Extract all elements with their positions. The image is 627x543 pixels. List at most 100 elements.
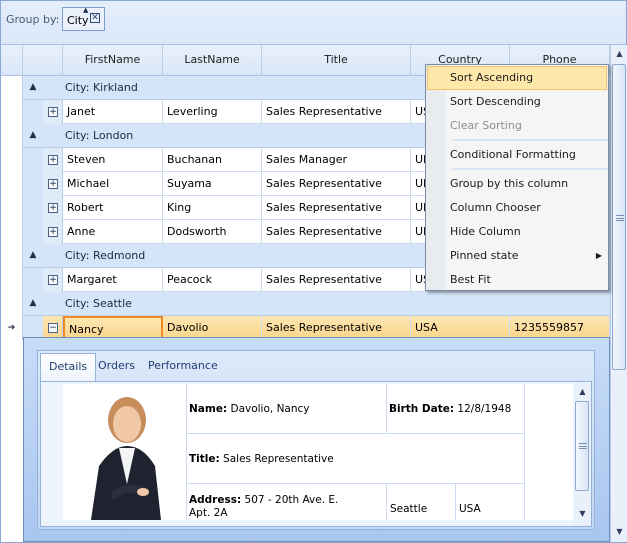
cell-title[interactable]: Sales Representative (262, 268, 411, 292)
group-indent (23, 172, 43, 196)
column-context-menu: Sort Ascending Sort Descending Clear Sorti… (425, 64, 609, 291)
expand-row-icon[interactable]: + (48, 227, 58, 237)
menu-item-label: Conditional Formatting (450, 148, 576, 161)
close-icon[interactable]: ✕ (90, 13, 100, 23)
column-header-lastname[interactable]: LastName (163, 45, 262, 76)
row-expander[interactable]: + (43, 172, 63, 196)
details-scrollbar[interactable]: ▲ ▼ (574, 382, 591, 526)
tab-performance[interactable]: Performance (140, 353, 226, 381)
group-chip-city[interactable]: ▲ City ✕ (62, 7, 105, 31)
menu-item-sort-ascending[interactable]: Sort Ascending (427, 66, 607, 90)
scroll-down-icon[interactable]: ▼ (574, 506, 591, 522)
row-indicator (1, 268, 23, 292)
menu-separator (452, 139, 608, 141)
row-expander[interactable]: + (43, 220, 63, 244)
cell-first[interactable]: Steven (63, 148, 163, 172)
cell-title[interactable]: Sales Representative (262, 100, 411, 124)
menu-item-label: Sort Ascending (450, 71, 534, 84)
menu-item-hide-column[interactable]: Hide Column (427, 220, 607, 244)
scroll-up-icon[interactable]: ▲ (574, 384, 591, 400)
address-label: Address: (189, 494, 242, 506)
address-field: Address: 507 - 20th Ave. E. Apt. 2A (187, 484, 387, 520)
expand-row-icon[interactable]: + (48, 155, 58, 165)
menu-item-conditional-formatting[interactable]: Conditional Formatting (427, 143, 607, 167)
scroll-down-icon[interactable]: ▼ (611, 524, 627, 540)
country-field: USA (456, 484, 525, 520)
detail-tabs: Details Orders Performance (40, 353, 590, 381)
menu-item-column-chooser[interactable]: Column Chooser (427, 196, 607, 220)
group-by-panel: Group by: ▲ City ✕ (1, 1, 626, 45)
scroll-up-icon[interactable]: ▲ (611, 46, 627, 62)
employee-details: Name: Davolio, Nancy Birth Date: 12/8/19… (63, 384, 573, 520)
menu-item-best-fit[interactable]: Best Fit (427, 268, 607, 292)
column-header-firstname[interactable]: FirstName (63, 45, 163, 76)
header-expander-cell (23, 45, 63, 76)
grid-control: Group by: ▲ City ✕ FirstName LastName Ti… (0, 0, 627, 543)
row-expander[interactable]: + (43, 100, 63, 124)
collapse-row-icon[interactable]: − (48, 323, 58, 333)
group-collapse-icon[interactable]: ▲ (23, 76, 43, 100)
address-line1: 507 - 20th Ave. E. (244, 494, 339, 506)
name-field: Name: Davolio, Nancy (187, 384, 387, 434)
cell-title[interactable]: Sales Representative (262, 220, 411, 244)
expand-row-icon[interactable]: + (48, 275, 58, 285)
cell-first[interactable]: Anne (63, 220, 163, 244)
title-label: Title: (189, 453, 220, 465)
city-field: Seattle (387, 484, 456, 520)
grip-icon (579, 443, 587, 449)
cell-last[interactable]: Peacock (163, 268, 262, 292)
row-expander[interactable]: + (43, 268, 63, 292)
birth-date-value: 12/8/1948 (457, 403, 512, 415)
menu-item-pinned-state[interactable]: Pinned state ▶ (427, 244, 607, 268)
group-row[interactable]: ▲ City: Seattle (1, 292, 610, 316)
cell-first[interactable]: Robert (63, 196, 163, 220)
cell-last[interactable]: Leverling (163, 100, 262, 124)
cell-title[interactable]: Sales Manager (262, 148, 411, 172)
cell-last[interactable]: King (163, 196, 262, 220)
cell-title[interactable]: Sales Representative (262, 196, 411, 220)
group-collapse-icon[interactable]: ▲ (23, 244, 43, 268)
cell-last[interactable]: Buchanan (163, 148, 262, 172)
menu-item-sort-descending[interactable]: Sort Descending (427, 90, 607, 114)
expand-row-icon[interactable]: + (48, 179, 58, 189)
menu-item-label: Sort Descending (450, 95, 541, 108)
group-indent (23, 268, 43, 292)
grid-vertical-scrollbar[interactable]: ▲ ▼ (610, 45, 627, 542)
name-value: Davolio, Nancy (230, 403, 310, 415)
address-line2: Apt. 2A (189, 507, 228, 519)
expand-row-icon[interactable]: + (48, 107, 58, 117)
detail-panel: Details Orders Performance Name: Davolio… (23, 337, 610, 542)
row-expander[interactable]: + (43, 148, 63, 172)
expand-row-icon[interactable]: + (48, 203, 58, 213)
cell-title[interactable]: Sales Representative (262, 172, 411, 196)
row-indicator (1, 100, 23, 124)
grid-scroll-thumb[interactable] (612, 64, 626, 370)
group-collapse-icon[interactable]: ▲ (23, 292, 43, 316)
cell-first[interactable]: Margaret (63, 268, 163, 292)
menu-item-group-by-this-column[interactable]: Group by this column (427, 172, 607, 196)
employee-photo-image (91, 397, 161, 520)
column-header-title[interactable]: Title (262, 45, 411, 76)
tab-orders[interactable]: Orders (90, 353, 143, 381)
row-indicator (1, 172, 23, 196)
group-collapse-icon[interactable]: ▲ (23, 124, 43, 148)
cell-last[interactable]: Suyama (163, 172, 262, 196)
group-label: City: Seattle (65, 297, 132, 310)
cell-first[interactable]: Michael (63, 172, 163, 196)
group-label: City: Redmond (65, 249, 146, 262)
employee-photo (63, 384, 187, 520)
cell-first[interactable]: Janet (63, 100, 163, 124)
cell-last[interactable]: Dodsworth (163, 220, 262, 244)
row-indicator: ➔ (1, 316, 23, 340)
menu-item-label: Pinned state (450, 249, 519, 262)
birth-date-label: Birth Date: (389, 403, 455, 415)
details-scroll-thumb[interactable] (575, 401, 589, 491)
row-expander[interactable]: + (43, 196, 63, 220)
tab-details[interactable]: Details (40, 353, 97, 381)
menu-item-clear-sorting[interactable]: Clear Sorting (427, 114, 607, 138)
menu-item-label: Group by this column (450, 177, 569, 190)
detail-tab-control: Details Orders Performance Name: Davolio… (37, 350, 595, 530)
group-by-label: Group by: (6, 13, 60, 26)
group-label: City: Kirkland (65, 81, 138, 94)
title-field: Title: Sales Representative (187, 434, 525, 484)
